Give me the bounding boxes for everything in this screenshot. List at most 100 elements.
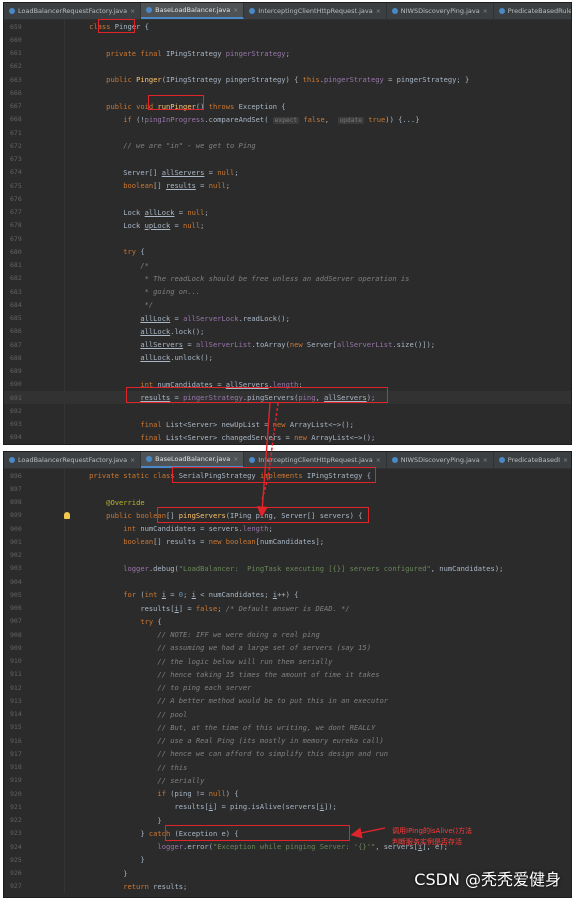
code-line[interactable]: 675 boolean[] results = null;: [4, 179, 571, 192]
code-line[interactable]: 687 allServers = allServerList.toArray(n…: [4, 338, 571, 351]
top-tab[interactable]: LoadBalancerRequestFactory.java ×: [4, 3, 142, 19]
close-icon[interactable]: ×: [483, 8, 488, 15]
code-line[interactable]: 684 */: [4, 298, 571, 311]
close-icon[interactable]: ×: [233, 7, 238, 14]
code-line[interactable]: 685 allLock = allServerLock.readLock();: [4, 312, 571, 325]
bottom-tab-bar: LoadBalancerRequestFactory.java × BaseLoad…: [4, 452, 571, 469]
code-line[interactable]: 918 // this: [4, 761, 571, 774]
tab-label: PredicateBasedI: [507, 456, 560, 464]
code-line[interactable]: 910 // the logic below will run them ser…: [4, 655, 571, 668]
bottom-tab[interactable]: InterceptingClientHttpRequest.java ×: [244, 452, 387, 468]
line-number: 924: [10, 842, 22, 851]
lightbulb-icon[interactable]: [64, 511, 70, 519]
code-line[interactable]: 901 boolean[] results = new boolean[numC…: [4, 535, 571, 548]
close-icon[interactable]: ×: [376, 8, 381, 15]
code-line[interactable]: 692: [4, 404, 571, 417]
line-number: 682: [10, 274, 22, 283]
code-line[interactable]: 683 * going on...: [4, 285, 571, 298]
code-line[interactable]: 924 logger.error("Exception while pingin…: [4, 840, 571, 853]
line-number: 922: [10, 816, 22, 825]
code-line[interactable]: 691 results = pingerStrategy.pingServers…: [4, 391, 571, 405]
close-icon[interactable]: ×: [483, 457, 488, 464]
code-line[interactable]: 677 Lock allLock = null;: [4, 206, 571, 219]
top-tab[interactable]: InterceptingClientHttpRequest.java ×: [244, 3, 387, 19]
code-line[interactable]: 899 public boolean[] pingServers(IPing p…: [4, 509, 571, 522]
line-number: 671: [10, 128, 22, 137]
code-line[interactable]: 674 Server[] allServers = null;: [4, 166, 571, 179]
top-tab[interactable]: PredicateBasedRule.java×: [494, 3, 571, 19]
top-tab[interactable]: BaseLoadBalancer.java ×: [141, 3, 245, 19]
line-number: 896: [10, 471, 22, 480]
code-line[interactable]: 915 // But, at the time of this writing,…: [4, 721, 571, 734]
line-number: 661: [10, 49, 22, 58]
line-number: 692: [10, 406, 22, 415]
line-number: 691: [10, 393, 22, 402]
code-line[interactable]: 680 try {: [4, 245, 571, 258]
top-code-area[interactable]: 659 class Pinger {660 661 private final I…: [4, 20, 571, 444]
code-line[interactable]: 693 final List<Server> newUpList = new A…: [4, 418, 571, 431]
bottom-tab[interactable]: NIWSDiscoveryPing.java ×: [387, 452, 494, 468]
line-number: 688: [10, 353, 22, 362]
code-line[interactable]: 671: [4, 126, 571, 139]
code-line[interactable]: 678 Lock upLock = null;: [4, 219, 571, 232]
code-line[interactable]: 925 }: [4, 853, 571, 866]
code-line[interactable]: 919 // serially: [4, 774, 571, 787]
close-icon[interactable]: ×: [130, 457, 135, 464]
code-text: // this: [157, 762, 188, 772]
code-line[interactable]: 676: [4, 192, 571, 205]
code-line[interactable]: 681 /*: [4, 259, 571, 272]
code-line[interactable]: 660: [4, 33, 571, 46]
code-line[interactable]: 916 // use a Real Ping (its mostly in me…: [4, 734, 571, 747]
code-line[interactable]: 663 public Pinger(IPingStrategy pingerSt…: [4, 73, 571, 86]
close-icon[interactable]: ×: [130, 8, 135, 15]
code-text: private final IPingStrategy pingerStrate…: [106, 48, 290, 58]
code-line[interactable]: 673: [4, 153, 571, 166]
code-line[interactable]: 689: [4, 365, 571, 378]
code-line[interactable]: 668 if (!pingInProgress.compareAndSet( e…: [4, 113, 571, 126]
code-line[interactable]: 688 allLock.unlock();: [4, 351, 571, 364]
code-line[interactable]: 906 results[i] = false; /* Default answe…: [4, 602, 571, 615]
line-number: 679: [10, 234, 22, 243]
code-line[interactable]: 679: [4, 232, 571, 245]
close-icon[interactable]: ×: [233, 456, 238, 463]
code-line[interactable]: 694 final List<Server> changedServers = …: [4, 431, 571, 444]
code-line[interactable]: 666: [4, 86, 571, 99]
code-line[interactable]: 662: [4, 60, 571, 73]
code-line[interactable]: 909 // assuming we had a large set of se…: [4, 641, 571, 654]
code-line[interactable]: 905 for (int i = 0; i < numCandidates; i…: [4, 588, 571, 601]
code-line[interactable]: 902: [4, 549, 571, 562]
code-line[interactable]: 896 private static class SerialPingStrat…: [4, 469, 571, 482]
code-line[interactable]: 900 int numCandidates = servers.length;: [4, 522, 571, 535]
code-line[interactable]: 904: [4, 575, 571, 588]
close-icon[interactable]: ×: [376, 457, 381, 464]
code-line[interactable]: 920 if (ping != null) {: [4, 787, 571, 800]
code-line[interactable]: 912 // to ping each server: [4, 681, 571, 694]
code-line[interactable]: 917 // hence we can afford to simplify t…: [4, 747, 571, 760]
code-line[interactable]: 672 // we are "in" - we get to Ping: [4, 139, 571, 152]
code-line[interactable]: 686 allLock.lock();: [4, 325, 571, 338]
code-line[interactable]: 911 // hence taking 15 times the amount …: [4, 668, 571, 681]
bottom-tab[interactable]: LoadBalancerRequestFactory.java ×: [4, 452, 142, 468]
code-line[interactable]: 659 class Pinger {: [4, 20, 571, 33]
bottom-code-area[interactable]: 896 private static class SerialPingStrat…: [4, 469, 571, 893]
code-text: int numCandidates = servers.length;: [123, 524, 273, 534]
code-line[interactable]: 913 // A better method would be to put t…: [4, 694, 571, 707]
code-line[interactable]: 898 @Override: [4, 496, 571, 509]
code-line[interactable]: 907 try {: [4, 615, 571, 628]
close-icon[interactable]: ×: [563, 457, 568, 464]
code-line[interactable]: 667 public void runPinger() throws Excep…: [4, 100, 571, 113]
bottom-tab[interactable]: BaseLoadBalancer.java ×: [141, 452, 245, 468]
code-line[interactable]: 923 } catch (Exception e) {: [4, 827, 571, 840]
code-line[interactable]: 921 results[i] = ping.isAlive(servers[i]…: [4, 800, 571, 813]
bottom-tab[interactable]: PredicateBasedI ×: [494, 452, 571, 468]
code-line[interactable]: 903 logger.debug("LoadBalancer: PingTask…: [4, 562, 571, 575]
code-line[interactable]: 914 // pool: [4, 708, 571, 721]
code-line[interactable]: 661 private final IPingStrategy pingerSt…: [4, 47, 571, 60]
top-tab[interactable]: NIWSDiscoveryPing.java ×: [387, 3, 494, 19]
code-line[interactable]: 897: [4, 482, 571, 495]
code-line[interactable]: 908 // NOTE: IFF we were doing a real pi…: [4, 628, 571, 641]
code-line[interactable]: 922 }: [4, 814, 571, 827]
code-line[interactable]: 682 * The readLock should be free unless…: [4, 272, 571, 285]
line-number: 687: [10, 340, 22, 349]
code-line[interactable]: 690 int numCandidates = allServers.lengt…: [4, 378, 571, 391]
